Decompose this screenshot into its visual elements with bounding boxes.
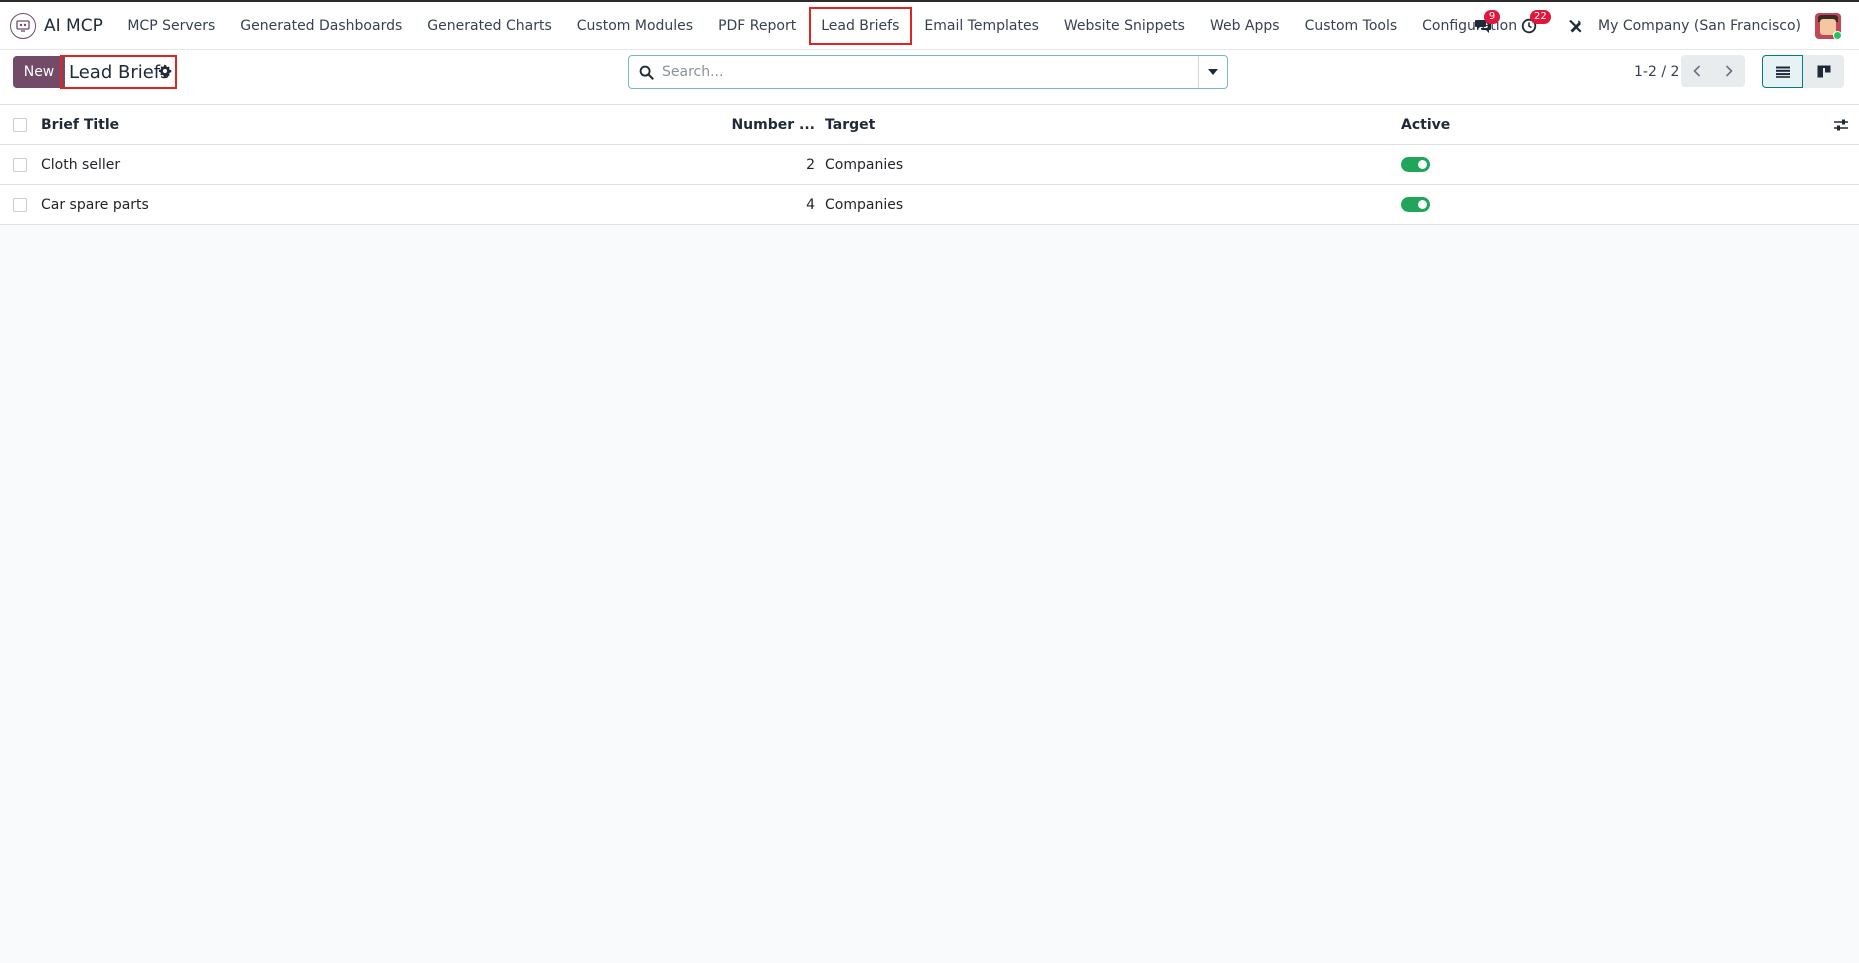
activities-button[interactable]: 22: [1516, 10, 1551, 39]
menu-item-custom-modules[interactable]: Custom Modules: [564, 7, 705, 45]
menu-item-generated-charts[interactable]: Generated Charts: [415, 7, 565, 45]
gear-icon[interactable]: [158, 64, 172, 78]
search-input[interactable]: [662, 64, 1198, 80]
list-view-button[interactable]: [1762, 55, 1803, 88]
column-header-brief-title[interactable]: Brief Title: [41, 105, 119, 144]
top-navbar: AI MCP MCP Servers Generated Dashboards …: [0, 0, 1859, 50]
cell-active: [1401, 145, 1430, 184]
list-icon: [1775, 66, 1790, 78]
select-all-checkbox[interactable]: [13, 118, 27, 132]
new-button[interactable]: New: [13, 56, 65, 88]
menu-item-pdf-report[interactable]: PDF Report: [706, 7, 809, 45]
menu-item-website-snippets[interactable]: Website Snippets: [1051, 7, 1197, 45]
cell-target: Companies: [825, 196, 904, 213]
chevron-right-icon: [1725, 65, 1733, 77]
table-header: Brief Title Number ... Target Active: [0, 105, 1859, 145]
app-name[interactable]: AI MCP: [44, 16, 103, 36]
debug-tools-button[interactable]: [1562, 13, 1588, 39]
pager-value[interactable]: 1-2 / 2: [1634, 64, 1679, 80]
messages-badge: 9: [1484, 10, 1501, 24]
optional-columns-toggle-icon[interactable]: [1833, 117, 1849, 133]
row-checkbox[interactable]: [13, 198, 27, 212]
company-switcher[interactable]: My Company (San Francisco): [1598, 18, 1801, 34]
cell-number: 4: [806, 196, 815, 213]
kanban-icon: [1817, 65, 1830, 78]
messages-button[interactable]: 9: [1470, 10, 1501, 39]
column-header-active[interactable]: Active: [1401, 105, 1450, 144]
menu-item-web-apps[interactable]: Web Apps: [1197, 7, 1292, 45]
cell-number: 2: [806, 156, 815, 173]
cell-target: Companies: [825, 156, 904, 173]
chevron-left-icon: [1693, 65, 1701, 77]
active-toggle[interactable]: [1401, 157, 1430, 172]
cell-brief-title: Cloth seller: [41, 156, 121, 173]
table-row[interactable]: Cloth seller 2 Companies: [0, 145, 1859, 185]
cell-brief-title: Car spare parts: [41, 196, 149, 213]
caret-down-icon: [1208, 69, 1218, 75]
activities-badge: 22: [1530, 10, 1551, 24]
systray: 9 22 My Company (San Francisco): [1470, 2, 1859, 50]
main-menu: MCP Servers Generated Dashboards Generat…: [115, 2, 1530, 49]
tools-icon: [1569, 20, 1582, 33]
table-row[interactable]: Car spare parts 4 Companies: [0, 185, 1859, 225]
search-icon: [639, 65, 654, 80]
column-header-number[interactable]: Number ...: [731, 105, 815, 144]
column-header-target[interactable]: Target: [825, 105, 875, 144]
online-status-icon: [1833, 31, 1841, 39]
menu-item-generated-dashboards[interactable]: Generated Dashboards: [228, 7, 415, 45]
search-bar: [628, 55, 1228, 89]
active-toggle[interactable]: [1401, 197, 1430, 212]
menu-item-lead-briefs[interactable]: Lead Briefs: [808, 6, 912, 45]
pager-previous-button[interactable]: [1681, 55, 1713, 87]
app-logo-icon[interactable]: [10, 12, 36, 39]
menu-item-custom-tools[interactable]: Custom Tools: [1292, 7, 1410, 45]
cell-active: [1401, 185, 1430, 224]
list-view: Brief Title Number ... Target Active Clo…: [0, 105, 1859, 225]
kanban-view-button[interactable]: [1803, 55, 1844, 88]
menu-item-mcp-servers[interactable]: MCP Servers: [115, 7, 228, 45]
row-checkbox[interactable]: [13, 158, 27, 172]
pager-next-button[interactable]: [1713, 55, 1745, 87]
menu-item-email-templates[interactable]: Email Templates: [912, 7, 1051, 45]
search-options-toggle[interactable]: [1198, 56, 1227, 88]
control-panel: New Lead Briefs 1-2 / 2: [0, 50, 1859, 105]
user-avatar[interactable]: [1815, 13, 1841, 39]
